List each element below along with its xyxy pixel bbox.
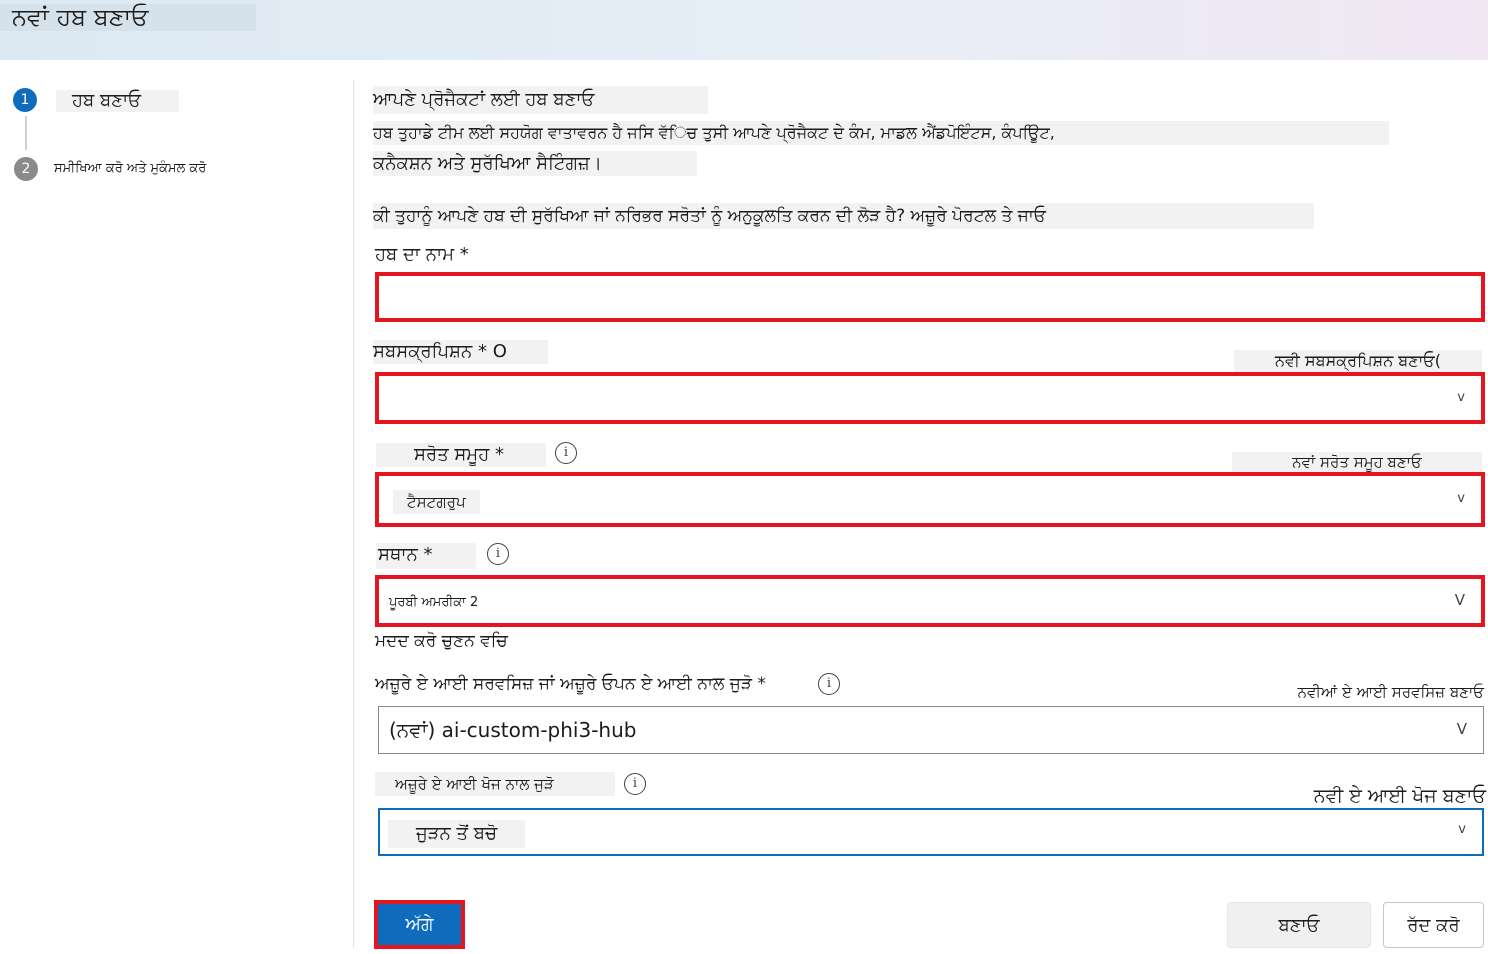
resource-group-value: ਟੈਸਟਗਰੁਪ [393,490,480,514]
step-2-indicator: 2 [14,157,38,181]
ai-services-value: (ਨਵਾਂ) ai-custom-phi3-hub [389,718,637,742]
intro-description: ਹਬ ਤੁਹਾਡੇ ਟੀਮ ਲਈ ਸਹਯੋਗ ਵਾਤਾਵਰਨ ਹੈ ਜਸਿ ਵੱ… [373,121,1389,145]
hub-name-label: ਹਬ ਦਾ ਨਾਮ * [375,244,469,265]
panel-divider [353,80,354,948]
info-icon[interactable]: i [624,773,646,795]
subscription-dropdown[interactable]: v [375,372,1485,424]
chevron-down-icon: v [1457,390,1465,405]
location-value: ਪੂਰਬੀ ਅਮਰੀਕਾ 2 [389,595,479,610]
intro-title: ਆਪਣੇ ਪ੍ਰੋਜੈਕਟਾਂ ਲਈ ਹਬ ਬਣਾਓ [373,86,708,114]
cancel-button[interactable]: ਰੱਦ ਕਰੋ [1383,902,1484,948]
chevron-down-icon: V [1454,591,1465,609]
create-subscription-link[interactable]: ਨਵੀ ਸਬਸਕ੍ਰਪਿਸ਼ਨ ਬਣਾਓ( [1234,350,1482,372]
info-icon[interactable]: i [818,673,840,695]
chevron-down-icon: V [1456,720,1467,738]
step-1-indicator: 1 [13,88,37,112]
step-1-label[interactable]: ਹਬ ਬਣਾਓ [56,90,179,112]
step-2-label[interactable]: ਸਮੀਖਿਆ ਕਰੋ ਅਤੇ ਮੁਕੰਮਲ ਕਰੋ [54,160,206,178]
subscription-label: ਸਬਸਕ੍ਰਪਿਸ਼ਨ * O [373,340,548,364]
ai-search-label: ਅਜ਼ੂਰੇ ਏ ਆਈ ਖੋਜ ਨਾਲ ਜੁੜੋ [375,772,615,796]
page-title: ਨਵਾਂ ਹਬ ਬਣਾਓ [0,4,256,31]
azure-portal-link[interactable]: ਕੀ ਤੁਹਾਨੂੰ ਆਪਣੇ ਹਬ ਦੀ ਸੁਰੱਖਿਆ ਜਾਂ ਨਰਿਭਰ … [373,203,1314,229]
info-icon[interactable]: i [487,543,509,565]
create-resource-group-link[interactable]: ਨਵਾਂ ਸਰੋਤ ਸਮੂਹ ਬਣਾਓ [1232,452,1482,472]
location-dropdown[interactable]: ਪੂਰਬੀ ਅਮਰੀਕਾ 2 V [375,575,1485,627]
step-connector [25,116,27,150]
create-ai-services-link[interactable]: ਨਵੀਆਂ ਏ ਆਈ ਸਰਵਸਿਜ਼ ਬਣਾਓ [1268,681,1484,703]
chevron-down-icon: v [1457,491,1465,506]
location-label: ਸਥਾਨ * [376,543,476,569]
dialog-header: ਨਵਾਂ ਹਬ ਬਣਾਓ [0,0,1488,60]
next-button[interactable]: ਅੱਗੇ [374,900,465,949]
create-button[interactable]: ਬਣਾਓ [1227,902,1371,948]
hub-name-input[interactable] [375,272,1485,322]
ai-services-dropdown[interactable]: (ਨਵਾਂ) ai-custom-phi3-hub V [378,706,1484,754]
resource-group-label: ਸਰੋਤ ਸਮੂਹ * [376,443,546,467]
create-ai-search-link[interactable]: ਨਵੀ ਏ ਆਈ ਖੋਜ ਬਣਾਓ [1282,783,1486,809]
resource-group-dropdown[interactable]: ਟੈਸਟਗਰੁਪ v [375,472,1485,527]
ai-services-label: ਅਜ਼ੂਰੇ ਏ ਆਈ ਸਰਵਸਿਜ਼ ਜਾਂ ਅਜ਼ੂਰੇ ਓਪਨ ਏ ਆਈ … [375,674,766,694]
ai-search-value: ਜੁੜਨ ਤੋਂ ਬਚੋ [388,820,526,848]
info-icon[interactable]: i [555,442,577,464]
chevron-down-icon: v [1458,822,1466,837]
ai-search-dropdown[interactable]: ਜੁੜਨ ਤੋਂ ਬਚੋ v [378,808,1484,856]
location-help-link[interactable]: ਮਦਦ ਕਰੋ ਚੁਣਨ ਵਚਿ [375,629,508,653]
intro-description-cont: ਕਨੈਕਸ਼ਨ ਅਤੇ ਸੁਰੱਖਿਆ ਸੈਟਿੰਗਜ਼। [373,151,697,176]
next-button-label: ਅੱਗੇ [405,914,434,935]
